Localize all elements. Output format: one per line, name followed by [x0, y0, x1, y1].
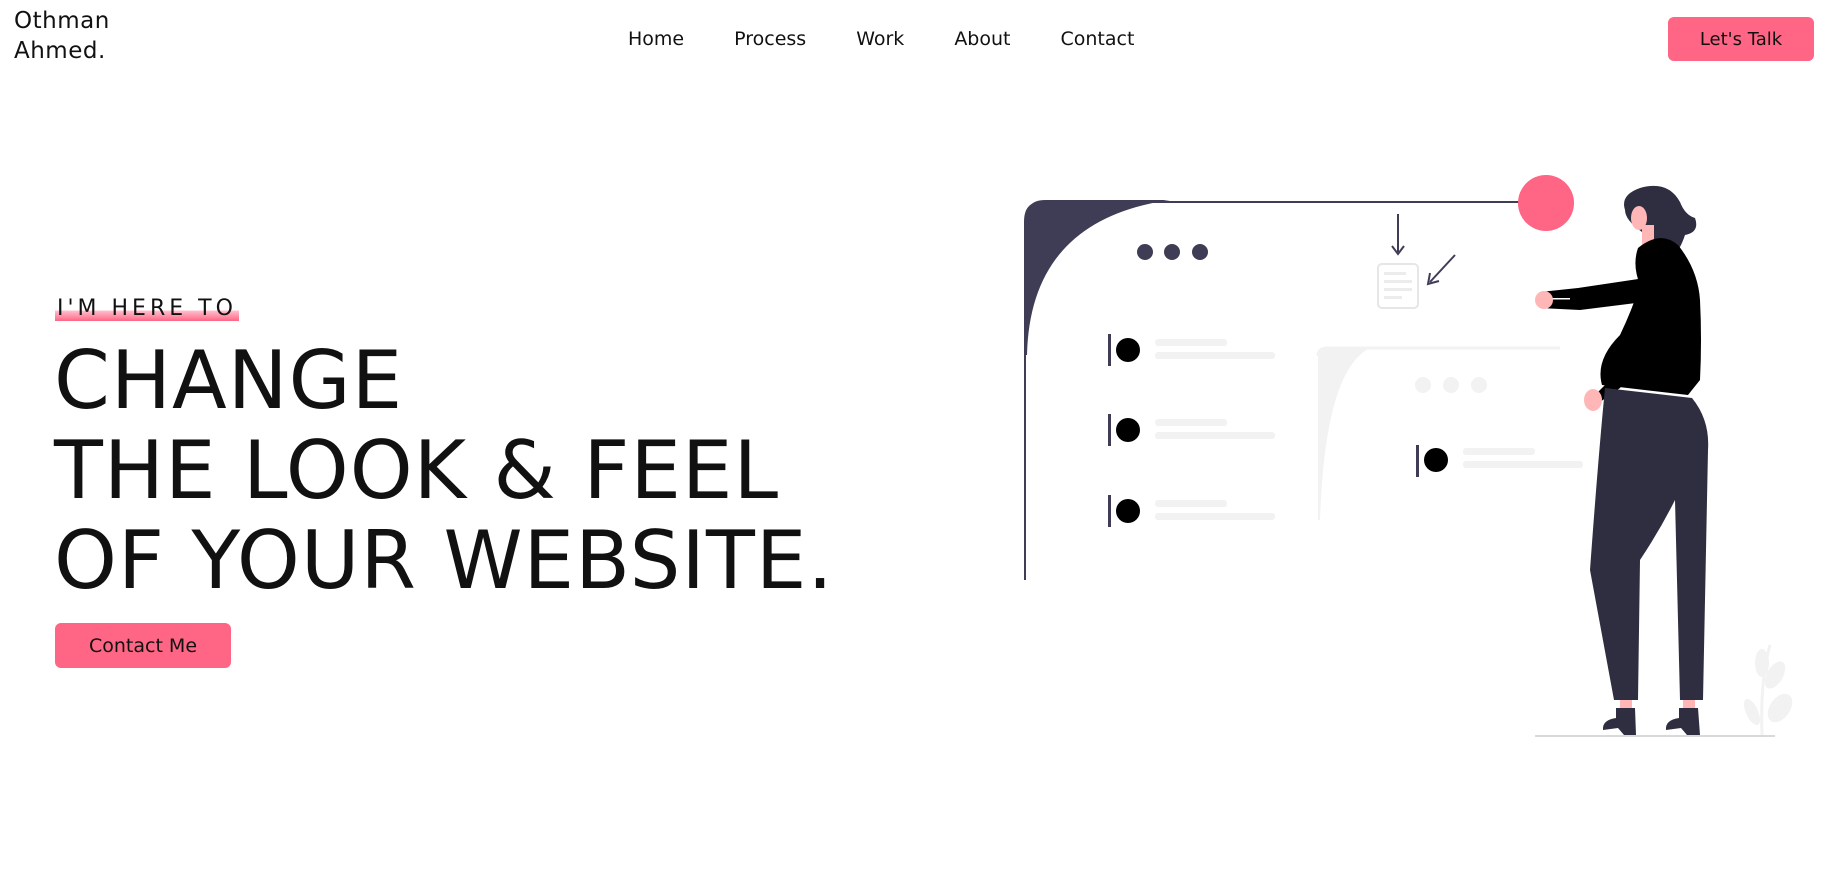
- lets-talk-button[interactable]: Let's Talk: [1668, 17, 1814, 61]
- document-icon: [1377, 263, 1419, 309]
- window-dot-icon: [1137, 244, 1153, 260]
- main-nav: Home Process Work About Contact: [628, 24, 1134, 54]
- logo-line-2: Ahmed.: [14, 38, 106, 64]
- contact-me-button[interactable]: Contact Me: [55, 623, 231, 668]
- window-dot-icon: [1192, 244, 1208, 260]
- browser-window-illustration: [1024, 200, 1545, 580]
- plant-icon: [1743, 644, 1793, 736]
- logo[interactable]: Othman Ahmed.: [14, 6, 110, 66]
- arrow-down-icon: [1391, 214, 1405, 256]
- hero-title-line-1: CHANGE: [54, 334, 404, 427]
- page: Othman Ahmed. Home Process Work About Co…: [0, 0, 1827, 892]
- hero-title-line-3: OF YOUR WEBSITE.: [54, 514, 834, 607]
- secondary-window-illustration: [1316, 346, 1583, 520]
- accent-circle-icon: [1518, 175, 1574, 231]
- nav-work[interactable]: Work: [856, 28, 904, 50]
- nav-home[interactable]: Home: [628, 28, 684, 50]
- window-dot-icon: [1164, 244, 1180, 260]
- hero-title-line-2: THE LOOK & FEEL: [54, 424, 780, 517]
- nav-about[interactable]: About: [954, 28, 1010, 50]
- list-illustration: [1108, 334, 1275, 527]
- logo-line-1: Othman: [14, 8, 110, 34]
- nav-process[interactable]: Process: [734, 28, 806, 50]
- hero-kicker: I'M HERE TO: [55, 296, 239, 321]
- person-illustration: [1535, 185, 1709, 735]
- hero-title: CHANGE THE LOOK & FEEL OF YOUR WEBSITE.: [54, 336, 834, 606]
- nav-contact[interactable]: Contact: [1061, 28, 1135, 50]
- hero-illustration: [1024, 175, 1793, 737]
- arrow-diagonal-icon: [1426, 254, 1456, 286]
